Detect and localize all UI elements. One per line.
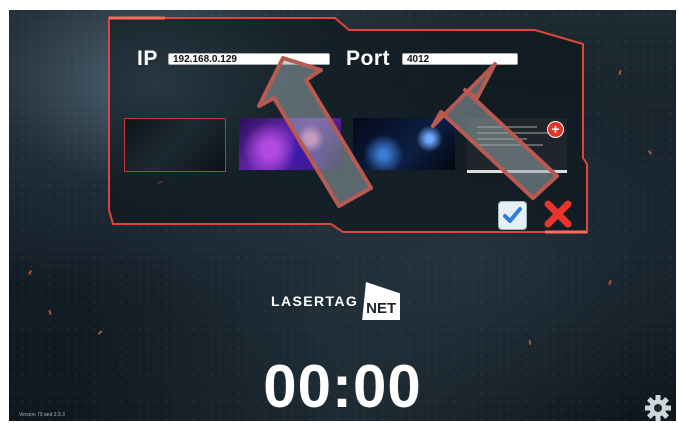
close-x-icon: [544, 200, 572, 228]
lasertag-net-logo: LASERTAG NET: [271, 282, 401, 320]
thumbnail-line: [477, 132, 549, 134]
thumbnail-line: [477, 126, 537, 128]
game-screen: IP 192.168.0.129 Port 4012 + LASERTAG NE…: [9, 10, 676, 421]
add-background-button[interactable]: +: [548, 122, 563, 137]
settings-button[interactable]: [643, 394, 673, 421]
port-label: Port: [346, 47, 390, 70]
ip-input[interactable]: 192.168.0.129: [168, 53, 330, 65]
gear-icon: [645, 395, 671, 421]
ip-label: IP: [137, 47, 158, 70]
game-timer: 00:00: [263, 353, 422, 420]
version-label: Version 79 and 2.9.3: [19, 412, 65, 418]
background-thumbnail-dark-smoke[interactable]: [124, 118, 226, 172]
thumbnail-line: [477, 144, 543, 146]
confirm-button[interactable]: [498, 201, 527, 230]
background-thumbnail-purple-nebula[interactable]: [239, 118, 341, 170]
background-thumbnail-blue-galaxy[interactable]: [353, 118, 455, 170]
thumbnail-line: [477, 138, 527, 140]
cancel-button[interactable]: [542, 198, 574, 230]
logo-text-right: NET: [362, 282, 401, 320]
port-input[interactable]: 4012: [402, 53, 518, 65]
logo-text-left: LASERTAG: [271, 293, 359, 309]
checkmark-icon: [503, 207, 522, 223]
